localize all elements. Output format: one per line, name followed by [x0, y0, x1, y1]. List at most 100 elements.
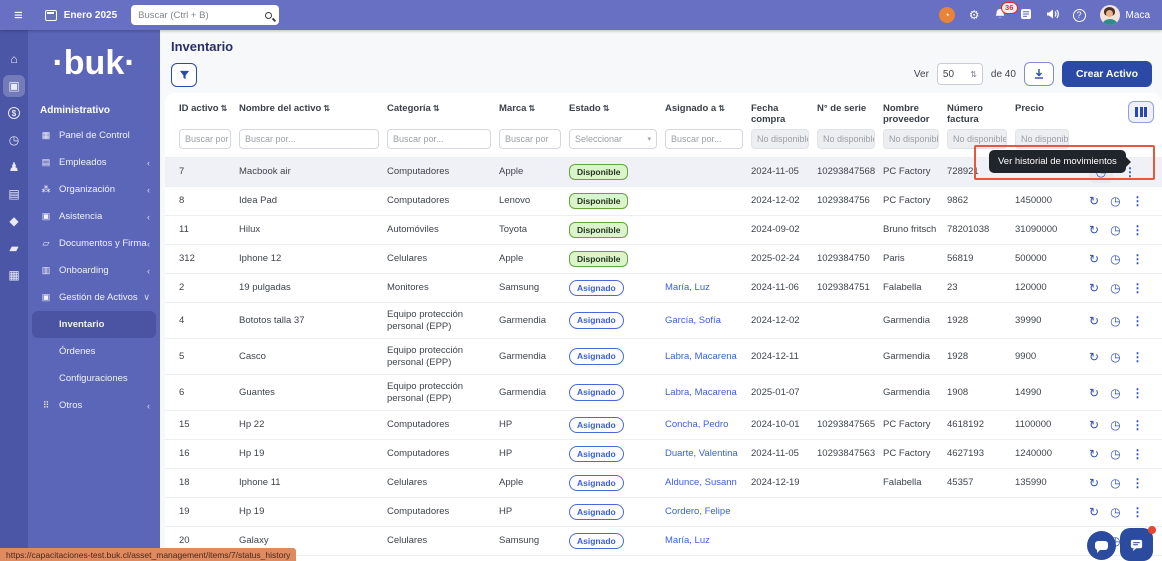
sidebar-subitem-ordenes[interactable]: Órdenes	[28, 338, 160, 365]
sidebar-subitem-configuraciones[interactable]: Configuraciones	[28, 365, 160, 392]
history-icon[interactable]: ◷	[1110, 351, 1120, 363]
sort-icon[interactable]: ⇅	[433, 104, 440, 113]
history-icon[interactable]: ◷	[1110, 448, 1120, 460]
history-icon[interactable]: ◷	[1110, 477, 1120, 489]
movement-refresh-icon[interactable]: ↻	[1089, 419, 1099, 431]
kebab-menu-icon[interactable]: ⋮	[1132, 350, 1144, 364]
history-icon[interactable]: ◷	[1110, 506, 1120, 518]
period-selector[interactable]: Enero 2025	[64, 10, 117, 21]
sidebar-subitem-inventario[interactable]: Inventario	[32, 311, 156, 338]
history-icon[interactable]: ◷	[1110, 315, 1120, 327]
assignee-link[interactable]: María, Luz	[665, 535, 710, 546]
movement-refresh-icon[interactable]: ↻	[1089, 195, 1099, 207]
user-menu[interactable]: Maca	[1100, 5, 1150, 25]
page-size-select[interactable]: 50 ⇅	[937, 63, 983, 85]
assignee-link[interactable]: Aldunce, Susann	[665, 477, 737, 488]
kebab-menu-icon[interactable]: ⋮	[1132, 281, 1144, 295]
sidebar-item-panel-de-control[interactable]: ▦Panel de Control	[28, 122, 160, 149]
time-clock-icon[interactable]: ◷	[3, 129, 25, 151]
news-icon[interactable]	[1020, 8, 1032, 22]
assignee-link[interactable]: Labra, Macarena	[665, 387, 737, 398]
folder-icon[interactable]: ▰	[3, 237, 25, 259]
cell-nombre: 19 pulgadas	[239, 282, 387, 293]
session-timer-icon[interactable]: ◔	[939, 7, 955, 23]
kebab-menu-icon[interactable]: ⋮	[1132, 194, 1144, 208]
sidebar-item-documentos-y-firma[interactable]: ▱Documentos y Firma‹	[28, 230, 160, 257]
assignee-link[interactable]: García, Sofía	[665, 315, 721, 326]
filter-button[interactable]	[171, 63, 197, 87]
sort-icon[interactable]: ⇅	[528, 104, 535, 113]
sidebar-item-gestion-de-activos[interactable]: ▣Gestión de Activos∨	[28, 284, 160, 311]
help-icon[interactable]: ?	[1073, 9, 1086, 22]
kebab-menu-icon[interactable]: ⋮	[1132, 252, 1144, 266]
assignee-link[interactable]: María, Luz	[665, 282, 710, 293]
sort-icon[interactable]: ⇅	[221, 104, 228, 113]
kebab-menu-icon[interactable]: ⋮	[1132, 223, 1144, 237]
history-icon[interactable]: ◷	[1110, 224, 1120, 236]
announcements-megaphone-icon[interactable]	[1046, 8, 1059, 22]
sidebar-item-asistencia[interactable]: ▣Asistencia‹	[28, 203, 160, 230]
sort-icon[interactable]: ⇅	[718, 104, 725, 113]
sidebar-item-empleados[interactable]: ▤Empleados‹	[28, 149, 160, 176]
history-icon[interactable]: ◷	[1110, 195, 1120, 207]
support-widget-button[interactable]	[1120, 528, 1153, 561]
column-header-id-activo[interactable]: ID activo⇅	[179, 101, 239, 115]
history-icon[interactable]: ◷	[1110, 419, 1120, 431]
column-header-nombre-del-activo[interactable]: Nombre del activo⇅	[239, 101, 387, 115]
toolbox-icon[interactable]: ▤	[3, 183, 25, 205]
movement-refresh-icon[interactable]: ↻	[1089, 448, 1099, 460]
home-icon[interactable]: ⌂	[3, 48, 25, 70]
chevron-left-icon: ‹	[147, 212, 150, 222]
movement-refresh-icon[interactable]: ↻	[1089, 224, 1099, 236]
kebab-menu-icon[interactable]: ⋮	[1132, 386, 1144, 400]
column-header-asignado-a[interactable]: Asignado a⇅	[665, 101, 751, 115]
filter-input-asignado-a[interactable]: Buscar por...	[665, 129, 743, 149]
create-asset-button[interactable]: Crear Activo	[1062, 61, 1152, 87]
history-icon[interactable]: ◷	[1110, 253, 1120, 265]
performance-icon[interactable]: ♟	[3, 156, 25, 178]
column-header-categoria[interactable]: Categoría⇅	[387, 101, 499, 115]
kebab-menu-icon[interactable]: ⋮	[1132, 476, 1144, 490]
history-icon[interactable]: ◷	[1110, 282, 1120, 294]
movement-refresh-icon[interactable]: ↻	[1089, 282, 1099, 294]
kebab-menu-icon[interactable]: ⋮	[1132, 418, 1144, 432]
movement-refresh-icon[interactable]: ↻	[1089, 387, 1099, 399]
movement-refresh-icon[interactable]: ↻	[1089, 315, 1099, 327]
movement-refresh-icon[interactable]: ↻	[1089, 477, 1099, 489]
kebab-menu-icon[interactable]: ⋮	[1132, 314, 1144, 328]
sort-icon[interactable]: ⇅	[603, 104, 610, 113]
filter-input-categoria[interactable]: Buscar por...	[387, 129, 491, 149]
history-icon[interactable]: ◷	[1110, 387, 1120, 399]
company-building-icon[interactable]: ▦	[3, 264, 25, 286]
assignee-link[interactable]: Cordero, Felipe	[665, 506, 730, 517]
movement-refresh-icon[interactable]: ↻	[1089, 351, 1099, 363]
column-header-marca[interactable]: Marca⇅	[499, 101, 569, 115]
columns-visibility-button[interactable]	[1128, 101, 1154, 123]
notifications-bell-icon[interactable]: 36	[994, 8, 1006, 22]
column-header-estado[interactable]: Estado⇅	[569, 101, 665, 115]
filter-input-marca[interactable]: Buscar por	[499, 129, 561, 149]
kebab-menu-icon[interactable]: ⋮	[1132, 447, 1144, 461]
assignee-link[interactable]: Labra, Macarena	[665, 351, 737, 362]
filter-select-estado[interactable]: Seleccionar▾	[569, 129, 657, 149]
global-search-input[interactable]: Buscar (Ctrl + B)	[131, 5, 279, 25]
sidebar-item-onboarding[interactable]: ▥Onboarding‹	[28, 257, 160, 284]
payroll-money-icon[interactable]: $	[3, 102, 25, 124]
movement-refresh-icon[interactable]: ↻	[1089, 253, 1099, 265]
hamburger-menu-icon[interactable]: ≡	[14, 7, 23, 24]
sidebar-item-organizacion[interactable]: ⁂Organización‹	[28, 176, 160, 203]
assets-module-icon[interactable]: ▣	[3, 75, 25, 97]
movement-refresh-icon[interactable]: ↻	[1089, 506, 1099, 518]
assignee-link[interactable]: Duarte, Valentina	[665, 448, 738, 459]
filter-input-id-activo[interactable]: Buscar por	[179, 129, 231, 149]
sidebar-item-otros[interactable]: ⠿Otros‹	[28, 392, 160, 419]
cell-marca: Apple	[499, 477, 569, 488]
gear-icon[interactable]: ⚙	[969, 9, 980, 21]
education-icon[interactable]: ◆	[3, 210, 25, 232]
download-button[interactable]	[1024, 62, 1054, 86]
kebab-menu-icon[interactable]: ⋮	[1132, 505, 1144, 519]
sort-icon[interactable]: ⇅	[323, 104, 330, 113]
chat-bubble-button[interactable]	[1087, 531, 1116, 560]
assignee-link[interactable]: Concha, Pedro	[665, 419, 728, 430]
filter-input-nombre-del-activo[interactable]: Buscar por...	[239, 129, 379, 149]
